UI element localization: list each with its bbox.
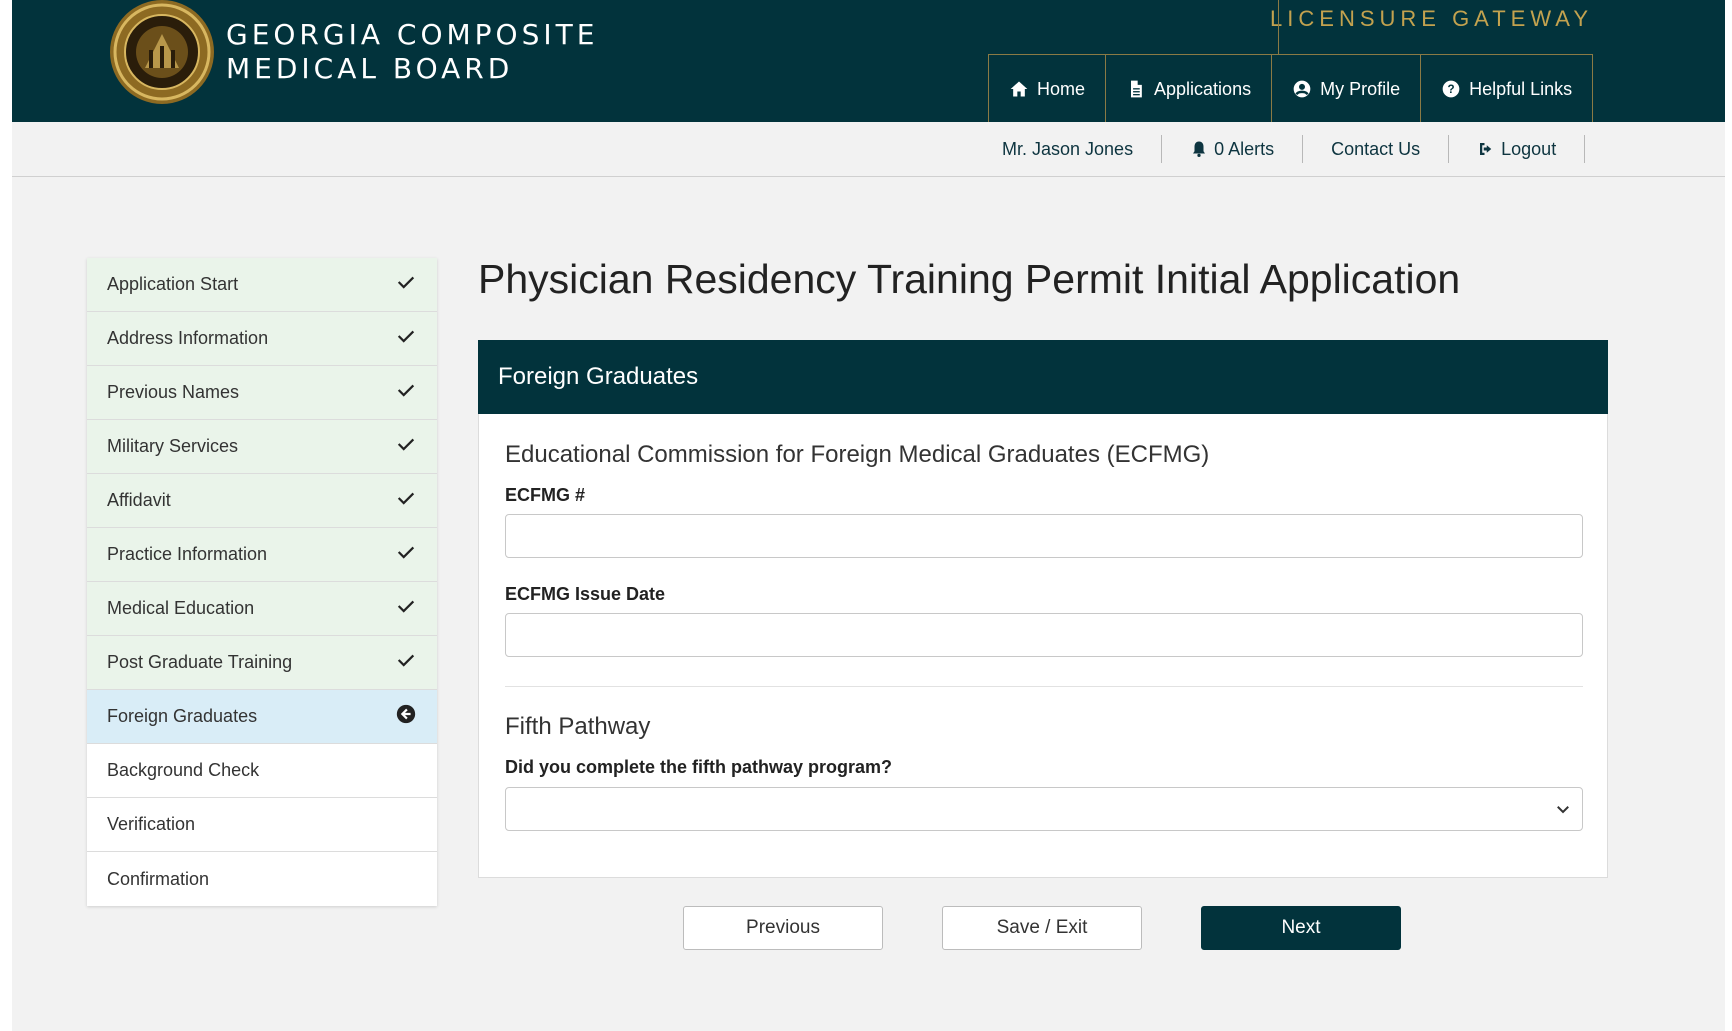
step-label: Application Start	[107, 274, 239, 294]
previous-button[interactable]: Previous	[683, 906, 883, 950]
user-name-link[interactable]: Mr. Jason Jones	[974, 135, 1163, 163]
alerts-link[interactable]: 0 Alerts	[1162, 135, 1304, 163]
gateway-divider	[1278, 0, 1279, 55]
fifth-pathway-question: Did you complete the fifth pathway progr…	[505, 757, 893, 777]
step-label: Affidavit	[107, 490, 171, 510]
step-previous-names[interactable]: Previous Names	[87, 366, 437, 420]
step-label: Previous Names	[107, 382, 240, 402]
user-name: Mr. Jason Jones	[1002, 138, 1134, 159]
nav-home[interactable]: Home	[988, 55, 1105, 123]
brand-line-1: GEORGIA COMPOSITE	[226, 18, 599, 51]
ecfmg-number-label: ECFMG #	[505, 485, 586, 505]
svg-text:?: ?	[1448, 83, 1455, 96]
main-nav: Home Applications My Profile ? Helpful L…	[988, 54, 1594, 123]
checkmark-icon	[397, 492, 415, 505]
arrow-left-circle-icon	[396, 704, 416, 724]
home-icon	[1010, 81, 1028, 97]
logout-icon	[1480, 143, 1492, 155]
step-medical-education[interactable]: Medical Education	[87, 582, 437, 636]
utility-bar: Mr. Jason Jones 0 Alerts Contact Us Logo…	[12, 122, 1725, 177]
step-foreign-graduates[interactable]: Foreign Graduates	[87, 690, 437, 744]
step-post-graduate-training[interactable]: Post Graduate Training	[87, 636, 437, 690]
nav-home-label: Home	[1037, 78, 1086, 99]
checkmark-icon	[397, 438, 415, 451]
checkmark-icon	[397, 330, 415, 343]
nav-applications[interactable]: Applications	[1105, 55, 1271, 123]
step-practice-information[interactable]: Practice Information	[87, 528, 437, 582]
fifth-pathway-title: Fifth Pathway	[505, 713, 651, 740]
step-label: Practice Information	[107, 544, 268, 564]
step-label: Foreign Graduates	[107, 706, 258, 726]
site-header: GEORGIA COMPOSITE MEDICAL BOARD LICENSUR…	[12, 0, 1725, 123]
fifth-pathway-select[interactable]	[505, 787, 1583, 831]
app-frame: GEORGIA COMPOSITE MEDICAL BOARD LICENSUR…	[12, 0, 1725, 1031]
step-address-information[interactable]: Address Information	[87, 312, 437, 366]
step-label: Background Check	[107, 760, 260, 780]
step-label: Post Graduate Training	[107, 652, 293, 672]
step-label: Military Services	[107, 436, 239, 456]
foreign-graduates-panel: Foreign Graduates Educational Commission…	[478, 340, 1608, 878]
checkmark-icon	[397, 546, 415, 559]
ecfmg-section-title: Educational Commission for Foreign Medic…	[505, 441, 1210, 468]
page-title: Physician Residency Training Permit Init…	[478, 256, 1461, 302]
save-exit-button[interactable]: Save / Exit	[942, 906, 1142, 950]
checkmark-icon	[397, 276, 415, 289]
chevron-down-icon	[1557, 806, 1569, 814]
logout-link[interactable]: Logout	[1449, 135, 1586, 163]
checkmark-icon	[397, 600, 415, 613]
step-verification[interactable]: Verification	[87, 798, 437, 852]
alerts-count: 0 Alerts	[1214, 138, 1275, 159]
step-label: Confirmation	[107, 868, 210, 889]
brand-line-2: MEDICAL BOARD	[226, 52, 514, 85]
nav-applications-label: Applications	[1154, 78, 1252, 99]
nav-my-profile-label: My Profile	[1320, 78, 1401, 99]
step-label: Medical Education	[107, 598, 255, 618]
board-seal-icon	[110, 0, 214, 104]
step-application-start[interactable]: Application Start	[87, 258, 437, 312]
document-icon	[1131, 80, 1142, 98]
nav-my-profile[interactable]: My Profile	[1271, 55, 1420, 123]
step-background-check[interactable]: Background Check	[87, 744, 437, 798]
step-label: Address Information	[107, 328, 269, 348]
user-circle-icon	[1293, 80, 1311, 98]
nav-helpful-links[interactable]: ? Helpful Links	[1420, 55, 1594, 123]
step-label: Verification	[107, 814, 196, 834]
ecfmg-issue-date-input[interactable]	[505, 613, 1583, 657]
step-military-services[interactable]: Military Services	[87, 420, 437, 474]
contact-us-label: Contact Us	[1331, 138, 1421, 159]
step-confirmation[interactable]: Confirmation	[87, 852, 437, 906]
step-affidavit[interactable]: Affidavit	[87, 474, 437, 528]
ecfmg-number-input[interactable]	[505, 514, 1583, 558]
panel-header: Foreign Graduates	[478, 340, 1608, 414]
logout-label: Logout	[1501, 138, 1557, 159]
question-circle-icon: ?	[1442, 80, 1460, 98]
checkmark-icon	[397, 384, 415, 397]
contact-us-link[interactable]: Contact Us	[1303, 135, 1450, 163]
checkmark-icon	[397, 654, 415, 667]
gateway-label: LICENSURE GATEWAY	[1270, 6, 1593, 31]
section-divider	[505, 686, 1583, 687]
application-steps: Application Start Address Information Pr…	[87, 258, 437, 906]
next-button[interactable]: Next	[1201, 906, 1401, 950]
nav-helpful-links-label: Helpful Links	[1469, 78, 1573, 99]
ecfmg-issue-date-label: ECFMG Issue Date	[505, 584, 666, 604]
utility-links: Mr. Jason Jones 0 Alerts Contact Us Logo…	[974, 122, 1586, 176]
brand-title: GEORGIA COMPOSITE MEDICAL BOARD	[226, 18, 598, 86]
bell-icon	[1193, 141, 1206, 158]
